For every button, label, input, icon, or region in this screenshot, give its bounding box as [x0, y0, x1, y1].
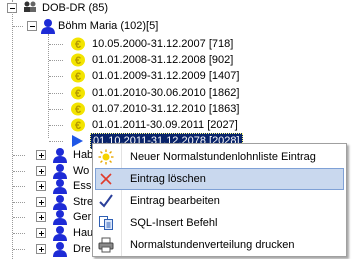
person-node-label[interactable]: Hab — [73, 147, 93, 163]
copy-documents-icon — [98, 215, 114, 231]
menu-item-label: Eintrag löschen — [130, 173, 206, 185]
entry-label[interactable]: 01.01.2009-31.12.2009 [1407] — [90, 68, 241, 84]
person-icon — [53, 148, 67, 163]
entry-label[interactable]: 01.01.2010-30.06.2010 [1862] — [90, 85, 241, 101]
expand-toggle[interactable] — [36, 150, 46, 160]
menu-item[interactable]: Normalstundenverteilung drucken — [95, 234, 344, 256]
sun-icon — [98, 149, 114, 165]
person-node-label[interactable]: Dre — [73, 241, 91, 257]
expand-toggle[interactable] — [36, 196, 46, 207]
entry-label[interactable]: 01.01.2011-30.09.2011 [2027] — [90, 117, 240, 133]
entry-label[interactable]: 01.07.2010-31.12.2010 [1863] — [90, 101, 241, 117]
menu-item[interactable]: Eintrag löschen — [95, 168, 344, 190]
euro-coin-icon: € — [71, 102, 85, 116]
expand-toggle[interactable] — [36, 165, 46, 176]
menu-item-label: Neuer Normalstundenlohnliste Eintrag — [130, 151, 316, 163]
menu-item-label: SQL-Insert Befehl — [130, 217, 218, 229]
person-collapse-toggle[interactable] — [27, 21, 37, 31]
person-node-label[interactable]: Böhm Maria (102)[5] — [58, 18, 158, 34]
expand-toggle[interactable] — [36, 212, 46, 223]
svg-text:€: € — [75, 39, 81, 51]
printer-icon — [98, 237, 114, 253]
group-icon — [24, 1, 36, 12]
person-icon — [53, 163, 67, 179]
person-icon — [53, 241, 67, 257]
current-entry-arrow-icon — [72, 135, 83, 148]
svg-text:€: € — [75, 104, 81, 116]
euro-coin-icon: € — [71, 86, 85, 100]
person-node-label[interactable]: Ess — [73, 178, 91, 194]
euro-coin-icon: € — [71, 69, 85, 83]
context-menu: Neuer Normalstundenlohnliste Eintrag Ein… — [92, 143, 347, 257]
expand-toggle[interactable] — [36, 243, 46, 254]
person-icon — [53, 210, 67, 226]
root-node-label[interactable]: DOB-DR (85) — [42, 0, 108, 16]
person-node-label[interactable]: Stre — [73, 194, 93, 210]
person-icon — [53, 179, 67, 195]
delete-cross-icon — [98, 171, 114, 187]
person-node-label[interactable]: Wo — [73, 163, 89, 179]
menu-item[interactable]: SQL-Insert Befehl — [95, 212, 344, 234]
svg-text:€: € — [75, 55, 81, 67]
expand-toggle[interactable] — [36, 181, 46, 192]
person-node-label[interactable]: Ger — [73, 209, 91, 225]
person-node-label[interactable]: Hau — [73, 225, 93, 241]
svg-text:€: € — [75, 88, 81, 100]
entry-label[interactable]: 01.01.2008-31.12.2008 [902] — [90, 52, 235, 68]
entry-label[interactable]: 10.05.2000-31.12.2007 [718] — [90, 36, 235, 52]
euro-coin-icon: € — [71, 37, 85, 51]
menu-item[interactable]: Eintrag bearbeiten — [95, 190, 344, 212]
svg-text:€: € — [75, 71, 81, 83]
person-icon — [41, 19, 55, 34]
euro-coin-icon: € — [71, 118, 85, 132]
menu-item-label: Eintrag bearbeiten — [130, 195, 220, 207]
expand-toggle[interactable] — [36, 228, 46, 238]
person-icon — [53, 194, 67, 210]
euro-coin-icon: € — [71, 53, 85, 67]
menu-item-label: Normalstundenverteilung drucken — [130, 239, 295, 251]
menu-item[interactable]: Neuer Normalstundenlohnliste Eintrag — [95, 146, 344, 168]
svg-text:€: € — [75, 120, 81, 132]
checkmark-pen-icon — [98, 193, 114, 209]
person-icon — [53, 226, 67, 241]
